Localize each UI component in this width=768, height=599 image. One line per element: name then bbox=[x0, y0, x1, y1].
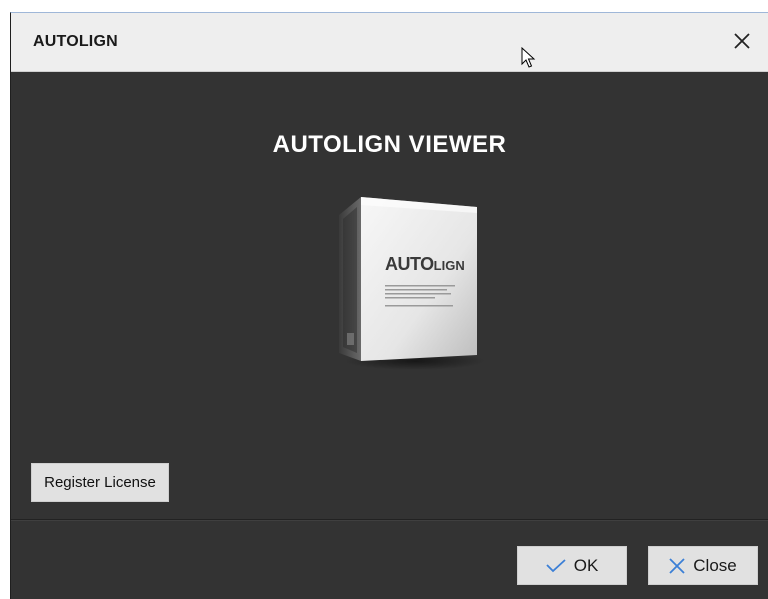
box-brand-text: AUTOLIGN bbox=[385, 254, 465, 275]
close-label: Close bbox=[693, 555, 737, 575]
product-box-icon bbox=[339, 197, 485, 370]
window-title: AUTOLIGN bbox=[33, 33, 118, 50]
box-brand-suffix: LIGN bbox=[433, 258, 465, 273]
product-heading: AUTOLIGN VIEWER bbox=[272, 131, 507, 158]
product-box-image: AUTOLIGN bbox=[333, 193, 489, 373]
close-icon bbox=[734, 33, 750, 49]
window-close-button[interactable] bbox=[728, 27, 756, 55]
box-brand-prefix: AUTO bbox=[385, 254, 434, 274]
ok-label: OK bbox=[573, 555, 599, 575]
title-bar: AUTOLIGN bbox=[11, 13, 768, 72]
checkmark-icon bbox=[546, 558, 566, 572]
about-dialog: AUTOLIGN AUTOLIGN VIEWER AUTOLIGN Regist… bbox=[10, 12, 768, 599]
register-license-button[interactable]: Register License bbox=[31, 463, 169, 502]
footer-divider-highlight bbox=[11, 520, 768, 521]
close-icon bbox=[669, 557, 685, 574]
mouse-cursor-icon bbox=[521, 47, 536, 68]
close-button[interactable]: Close bbox=[648, 546, 758, 585]
ok-button[interactable]: OK bbox=[517, 546, 627, 585]
